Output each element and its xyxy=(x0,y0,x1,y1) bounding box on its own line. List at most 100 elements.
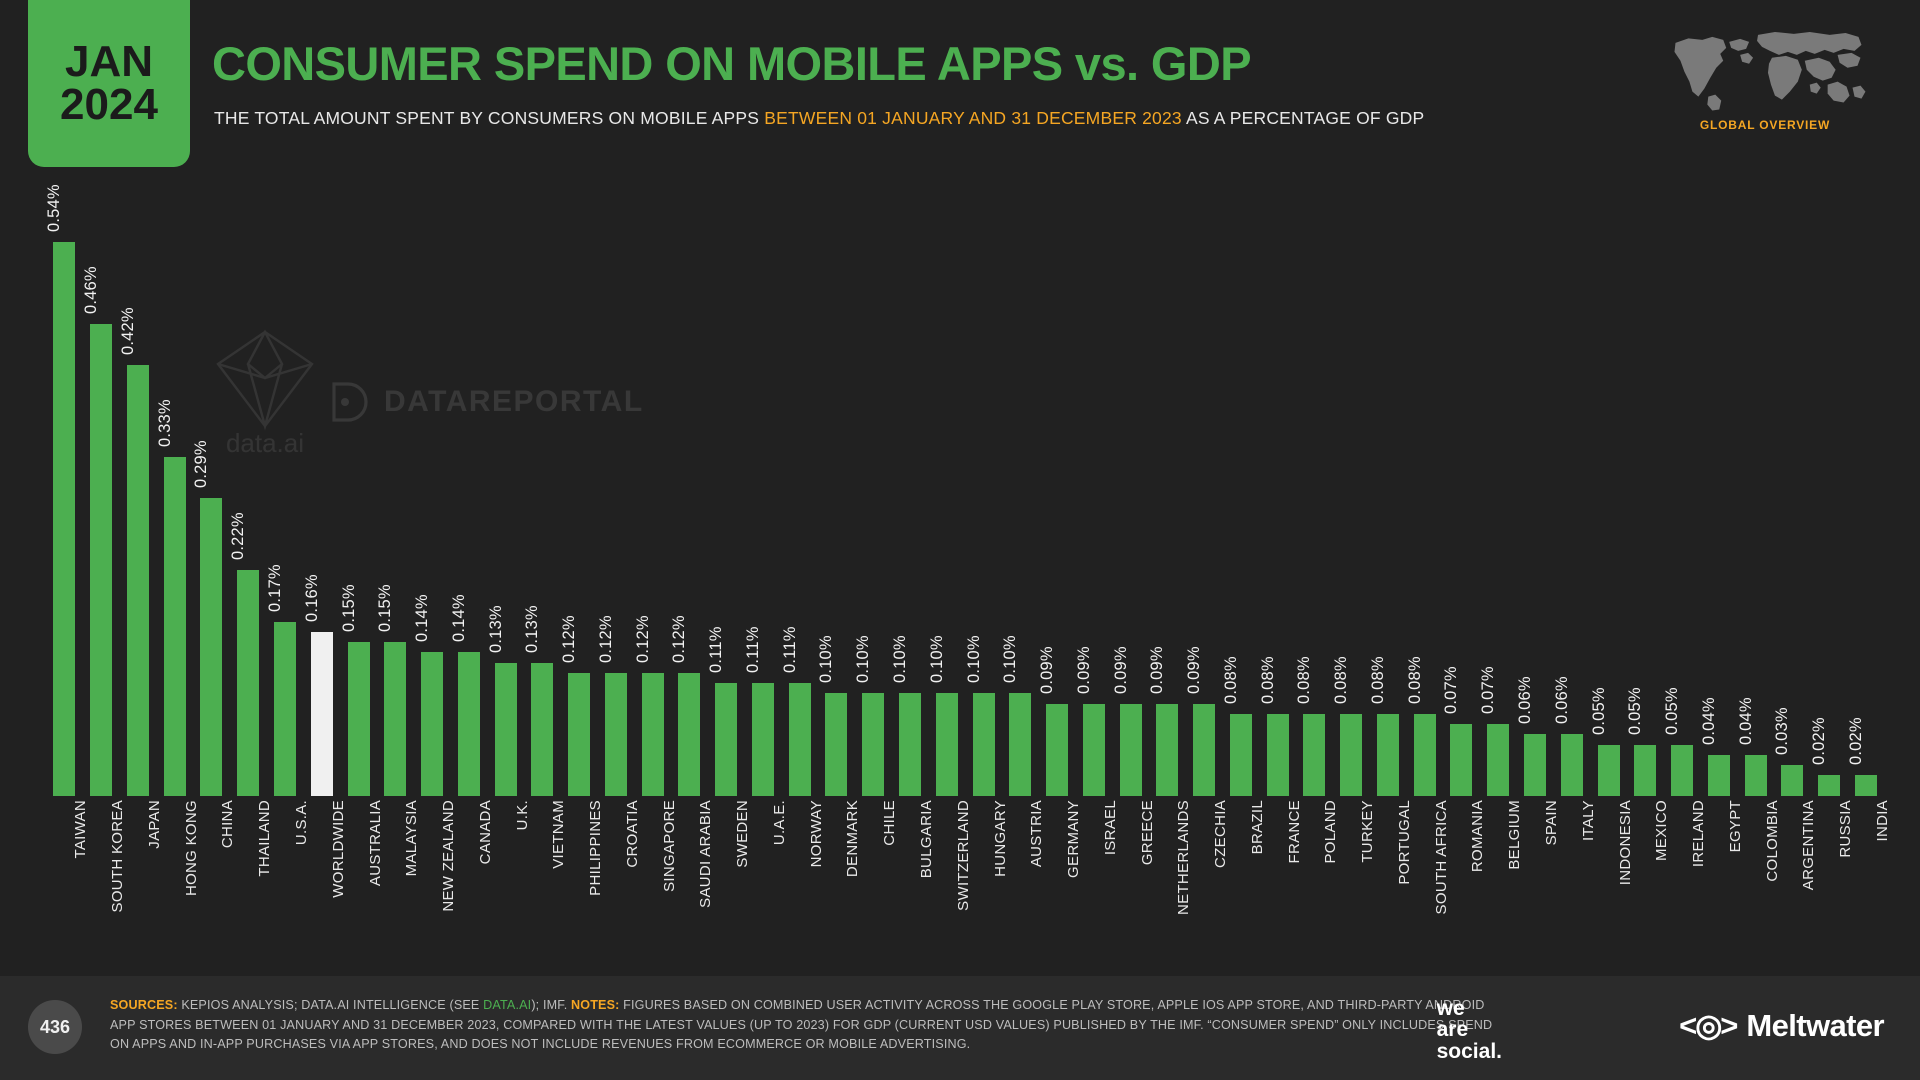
x-axis-label: FRANCE xyxy=(1259,800,1303,960)
bar-value-label: 0.08% xyxy=(1295,656,1314,704)
bar xyxy=(715,683,738,796)
bar xyxy=(1376,713,1399,796)
x-axis-label: MEXICO xyxy=(1627,800,1670,960)
sources-link[interactable]: DATA.AI xyxy=(483,998,531,1012)
bar-column: 0.12% xyxy=(560,196,598,796)
x-axis-label: GERMANY xyxy=(1039,800,1082,960)
x-axis-label: ROMANIA xyxy=(1443,800,1486,960)
bar xyxy=(935,693,958,796)
x-axis-label: DENMARK xyxy=(818,800,861,960)
bar-column: 0.15% xyxy=(340,196,377,796)
bar xyxy=(531,662,554,796)
bar-value-label: 0.04% xyxy=(1736,697,1755,745)
x-axis-label: IRELAND xyxy=(1664,800,1707,960)
x-axis-label: U.K. xyxy=(487,800,531,960)
x-axis-label: ITALY xyxy=(1553,800,1597,960)
page-number-badge: 436 xyxy=(28,1000,82,1054)
bar-column: 0.08% xyxy=(1406,196,1443,796)
bar-column: 0.08% xyxy=(1222,196,1260,796)
bar-value-label: 0.15% xyxy=(339,584,358,633)
bar-value-label: 0.09% xyxy=(1074,645,1093,694)
x-axis-label: HUNGARY xyxy=(965,800,1009,960)
bar-value-label: 0.10% xyxy=(817,635,836,684)
x-axis-label: SOUTH AFRICA xyxy=(1406,800,1450,960)
meltwater-wordmark: Meltwater xyxy=(1746,1008,1884,1043)
bar-column: 0.02% xyxy=(1810,196,1848,796)
bar xyxy=(751,683,774,796)
bar-column: 0.06% xyxy=(1553,196,1590,796)
bar-column: 0.33% xyxy=(156,196,193,796)
header: JAN 2024 CONSUMER SPEND ON MOBILE APPS v… xyxy=(0,0,1920,172)
subtitle-highlight: BETWEEN 01 JANUARY AND 31 DECEMBER 2023 xyxy=(764,108,1182,128)
bar-value-label: 0.12% xyxy=(670,615,689,663)
bar-column: 0.07% xyxy=(1442,196,1480,796)
bar-column: 0.10% xyxy=(890,196,929,796)
bar-column: 0.05% xyxy=(1663,196,1701,796)
global-overview-label: GLOBAL OVERVIEW xyxy=(1699,118,1831,132)
bar-value-label: 0.54% xyxy=(45,184,64,232)
notes-label: NOTES: xyxy=(571,998,620,1012)
bar-column: 0.06% xyxy=(1516,196,1554,796)
bar-value-label: 0.08% xyxy=(1405,656,1424,704)
bar xyxy=(1597,744,1620,796)
bar-column: 0.09% xyxy=(1075,196,1112,796)
footnote: SOURCES: KEPIOS ANALYSIS; DATA.AI INTELL… xyxy=(110,996,1510,1055)
bar-value-label: 0.08% xyxy=(1368,656,1387,704)
bar xyxy=(1303,713,1326,796)
bar-value-label: 0.12% xyxy=(560,615,579,663)
bar-column: 0.08% xyxy=(1295,196,1333,796)
bar-value-label: 0.05% xyxy=(1663,686,1682,735)
bar-column: 0.14% xyxy=(450,196,487,796)
bar xyxy=(1266,713,1289,796)
bar xyxy=(604,672,627,796)
bar xyxy=(1046,703,1069,796)
bar-column: 0.10% xyxy=(965,196,1002,796)
x-axis-label: ISRAEL xyxy=(1075,800,1119,960)
bar-value-label: 0.10% xyxy=(927,635,946,684)
bar-column: 0.29% xyxy=(192,196,230,796)
bar xyxy=(1854,775,1877,796)
bar xyxy=(53,242,76,796)
bar-column: 0.17% xyxy=(266,196,304,796)
bar-value-label: 0.10% xyxy=(1001,635,1020,684)
bar-value-label: 0.05% xyxy=(1626,686,1645,735)
x-axis-label-text: INDIA xyxy=(1873,800,1891,842)
bar-value-label: 0.13% xyxy=(523,604,542,653)
x-axis-label: SAUDI ARABIA xyxy=(671,800,714,960)
bar-value-label: 0.09% xyxy=(1038,645,1057,694)
bar xyxy=(200,498,223,796)
x-axis-label: HONG KONG xyxy=(156,800,200,960)
bar-column: 0.46% xyxy=(82,196,120,796)
bar xyxy=(237,570,260,796)
bar-value-label: 0.05% xyxy=(1589,686,1608,735)
bar-value-label: 0.10% xyxy=(964,635,983,684)
bar-series-container: 0.54% 0.46% 0.42% 0.33% 0.29% 0.22% 0.17% 0.16%… xyxy=(45,184,1884,796)
bar-column: 0.11% xyxy=(744,196,782,796)
bar-column: 0.07% xyxy=(1479,196,1517,796)
x-axis-label: CHINA xyxy=(193,800,236,960)
bar-chart: 0.54% 0.46% 0.42% 0.33% 0.29% 0.22% 0.17% 0.16%… xyxy=(45,184,1884,796)
bar xyxy=(1229,713,1252,796)
x-axis-label: COLOMBIA xyxy=(1737,800,1781,960)
bar-value-label: 0.42% xyxy=(118,307,137,356)
bar-column: 0.11% xyxy=(707,196,745,796)
bar xyxy=(1818,775,1841,796)
bar xyxy=(90,324,113,796)
bar-value-label: 0.12% xyxy=(633,615,652,663)
bar xyxy=(1009,693,1032,796)
bar-value-label: 0.06% xyxy=(1516,676,1534,725)
bar-column: 0.12% xyxy=(634,196,671,796)
date-month: JAN xyxy=(64,36,154,86)
bar-column: 0.13% xyxy=(523,196,561,796)
bar-value-label: 0.09% xyxy=(1148,645,1167,694)
x-axis-label: PORTUGAL xyxy=(1370,800,1413,960)
bar xyxy=(347,642,370,796)
x-axis-label: INDONESIA xyxy=(1590,800,1634,960)
bar-column: 0.05% xyxy=(1626,196,1664,796)
x-axis-label: EGYPT xyxy=(1700,800,1744,960)
bar xyxy=(163,457,186,796)
bar-value-label: 0.15% xyxy=(376,584,395,633)
bar-value-label: 0.03% xyxy=(1773,707,1792,756)
x-axis-label: BULGARIA xyxy=(892,800,935,960)
bar-value-label: 0.10% xyxy=(890,635,909,684)
